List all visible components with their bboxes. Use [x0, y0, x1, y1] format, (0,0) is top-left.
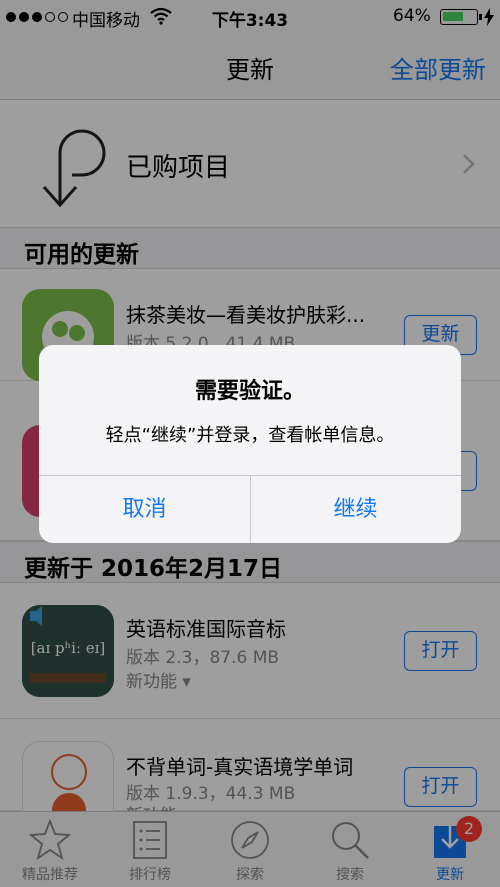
verification-alert: 需要验证。 轻点“继续”并登录，查看帐单信息。 取消 继续 [39, 345, 461, 543]
alert-title: 需要验证。 [194, 379, 305, 404]
alert-message: 轻点“继续”并登录，查看帐单信息。 [105, 425, 395, 446]
cancel-button[interactable]: 取消 [39, 476, 250, 543]
continue-button[interactable]: 继续 [250, 476, 461, 543]
